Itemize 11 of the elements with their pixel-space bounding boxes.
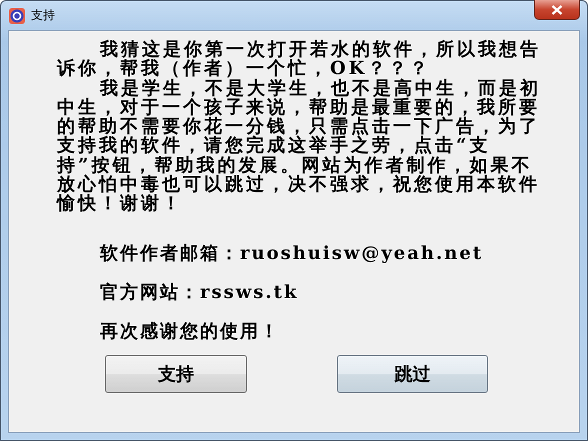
window-title: 支持 (31, 7, 55, 24)
info-text: 再次感谢您的使用！ (100, 322, 281, 342)
info-text: 软件作者邮箱：ruoshuisw@yeah.net (100, 244, 484, 264)
info-text: 官方网站：rssws.tk (100, 282, 300, 303)
message-paragraph: 我是学生，不是大学生，也不是高中生，而是初中生，对于一个孩子来说，帮助是最重要的，我所要的帮助不需要你花一分钱，只需点击一下广告，为了支持我的软件，请您完成这举手之劳，点击“支持”按钮，帮助我的发展。网站为作者制作，如果不放心怕中毒也可以跳过，决不强求，祝您使用本软件愉快！谢谢！ (57, 78, 542, 214)
app-icon (9, 8, 25, 24)
close-button[interactable] (534, 0, 580, 20)
dialog-button[interactable]: 跳过 (337, 354, 488, 393)
dialog-button[interactable]: 支持 (105, 354, 247, 393)
message-paragraph: 我猜这是你第一次打开若水的软件，所以我想告诉你，帮我（作者）一个忙，OK？？？ (57, 40, 542, 79)
close-icon (551, 4, 563, 14)
